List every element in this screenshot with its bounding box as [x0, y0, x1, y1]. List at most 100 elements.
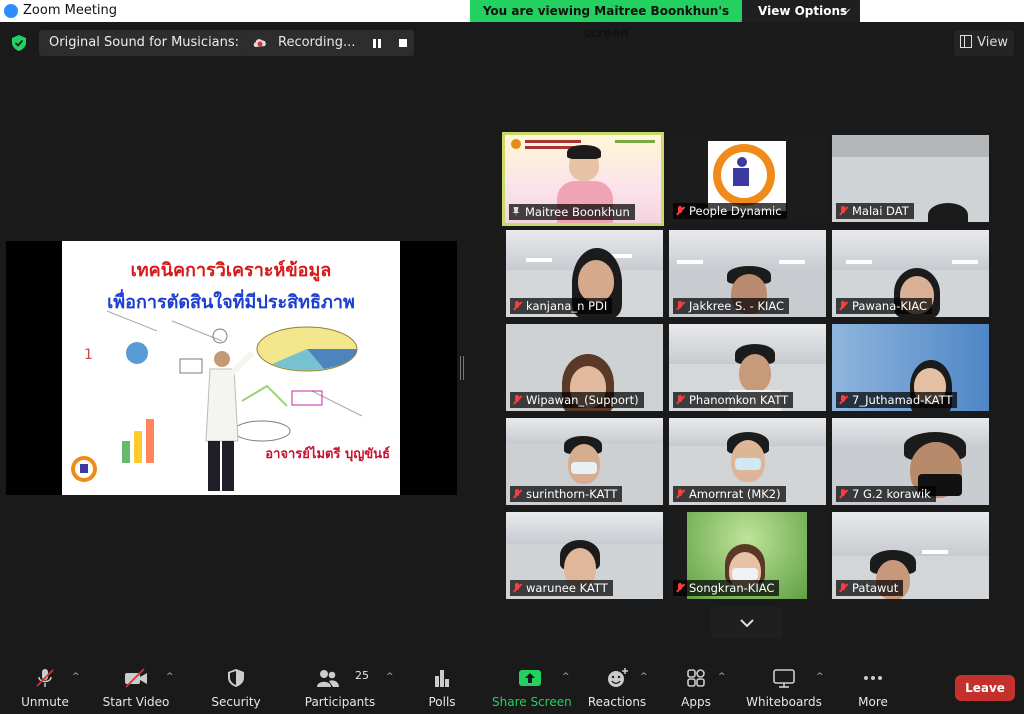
zoom-logo-icon — [4, 4, 18, 18]
viewing-screen-text: You are viewing Maitree Boonkhun's scree… — [482, 4, 730, 40]
apps-options-caret[interactable]: ^ — [716, 658, 730, 714]
participants-count: 25 — [355, 669, 369, 682]
stop-recording-icon[interactable] — [399, 39, 407, 47]
original-sound-button[interactable]: Original Sound for Musicians: Off — [39, 30, 273, 56]
video-tile[interactable]: kanjana_n PDI — [506, 230, 663, 317]
mic-muted-icon — [839, 583, 847, 593]
apps-label: Apps — [681, 695, 711, 709]
polls-button[interactable]: Polls — [420, 658, 464, 714]
video-tile[interactable]: Malai DAT — [832, 135, 989, 222]
participant-name: Jakkree S. - KIAC — [673, 298, 790, 314]
recording-indicator: Recording... — [242, 30, 414, 56]
mic-muted-icon — [839, 395, 847, 405]
security-button[interactable]: Security — [206, 658, 266, 714]
participant-name: Phanomkon KATT — [673, 392, 794, 408]
video-tile[interactable]: Wipawan_(Support) — [506, 324, 663, 411]
video-tile[interactable]: warunee KATT — [506, 512, 663, 599]
presenter-figure — [205, 350, 255, 491]
video-tile[interactable]: People Dynamic — [669, 135, 826, 222]
start-video-button[interactable]: Start Video — [100, 658, 172, 714]
whiteboards-button[interactable]: Whiteboards — [746, 658, 822, 714]
screen-share-banner: You are viewing Maitree Boonkhun's scree… — [470, 0, 860, 40]
chevron-down-icon — [740, 619, 754, 628]
whiteboards-options-caret[interactable]: ^ — [814, 658, 828, 714]
mic-muted-icon — [839, 489, 847, 499]
gallery-next-page-button[interactable] — [711, 607, 783, 639]
shield-icon — [228, 669, 244, 687]
mic-muted-icon — [513, 395, 521, 405]
chevron-up-icon: ^ — [166, 672, 174, 682]
slide-presenter-name: อาจารย์ไมตรี บุญขันธ์ — [265, 447, 390, 462]
video-off-icon — [125, 668, 147, 688]
more-label: More — [858, 695, 888, 709]
video-tile[interactable]: 7_Juthamad-KATT — [832, 324, 989, 411]
apps-icon — [687, 669, 705, 687]
participants-button[interactable]: 25 Participants — [304, 658, 376, 714]
participant-name: Malai DAT — [836, 203, 914, 219]
mic-muted-icon — [676, 301, 684, 311]
more-button[interactable]: More — [850, 658, 896, 714]
video-tile[interactable]: Jakkree S. - KIAC — [669, 230, 826, 317]
participant-name: Wipawan_(Support) — [510, 392, 644, 408]
video-tile[interactable]: Songkran-KIAC — [669, 512, 826, 599]
chevron-up-icon: ^ — [640, 672, 648, 682]
view-options-button[interactable]: View Options ⌵ — [742, 0, 860, 22]
participant-name: warunee KATT — [510, 580, 613, 596]
unmute-button[interactable]: Unmute — [14, 658, 76, 714]
share-options-caret[interactable]: ^ — [560, 658, 574, 714]
polls-icon — [435, 670, 449, 687]
video-tile[interactable]: Phanomkon KATT — [669, 324, 826, 411]
share-screen-label: Share Screen — [492, 695, 572, 709]
video-options-caret[interactable]: ^ — [164, 658, 178, 714]
mic-muted-icon — [676, 206, 684, 216]
participants-label: Participants — [304, 695, 376, 709]
svg-text:1: 1 — [84, 347, 93, 363]
reactions-icon — [608, 668, 628, 687]
view-button[interactable]: View — [954, 30, 1014, 56]
whiteboard-icon — [773, 669, 795, 688]
participant-name: 7_Juthamad-KATT — [836, 392, 958, 408]
share-screen-icon — [519, 670, 541, 686]
view-label: View — [977, 35, 1008, 50]
mic-muted-icon — [513, 489, 521, 499]
participant-name: Songkran-KIAC — [673, 580, 780, 596]
participant-name: surinthorn-KATT — [510, 486, 623, 502]
participant-name: Patawut — [836, 580, 904, 596]
mic-muted-icon — [676, 489, 684, 499]
participant-name: Amornrat (MK2) — [673, 486, 786, 502]
mic-muted-icon — [676, 583, 684, 593]
video-tile[interactable]: Amornrat (MK2) — [669, 418, 826, 505]
apps-button[interactable]: Apps — [674, 658, 718, 714]
reactions-options-caret[interactable]: ^ — [638, 658, 652, 714]
mic-muted-icon — [513, 301, 521, 311]
mic-muted-icon — [676, 395, 684, 405]
grid-view-icon — [960, 35, 973, 48]
participants-options-caret[interactable]: ^ — [384, 658, 398, 714]
chevron-down-icon: ⌵ — [842, 5, 850, 16]
chevron-up-icon: ^ — [718, 672, 726, 682]
presentation-slide: เทคนิคการวิเคราะห์ข้อมูล เพื่อการตัดสินใ… — [62, 241, 400, 495]
more-dots-icon — [864, 676, 882, 680]
video-tile[interactable]: Patawut — [832, 512, 989, 599]
video-tile[interactable]: Pawana-KIAC — [832, 230, 989, 317]
participants-icon — [317, 670, 340, 687]
mic-muted-icon — [839, 206, 847, 216]
view-options-label: View Options — [758, 4, 848, 18]
meeting-top-bar: Original Sound for Musicians: Off Record… — [0, 22, 1024, 64]
mic-muted-icon — [36, 669, 54, 687]
pause-recording-icon[interactable] — [373, 39, 381, 48]
video-tile[interactable]: surinthorn-KATT — [506, 418, 663, 505]
audio-options-caret[interactable]: ^ — [70, 658, 84, 714]
leave-meeting-button[interactable]: Leave — [955, 675, 1015, 701]
share-screen-button[interactable]: Share Screen — [492, 658, 572, 714]
shield-check-icon[interactable] — [12, 35, 26, 51]
pin-icon — [512, 207, 520, 217]
video-tile[interactable]: Maitree Boonkhun — [502, 132, 664, 226]
participant-name: Maitree Boonkhun — [509, 204, 635, 220]
unmute-label: Unmute — [21, 695, 69, 709]
meeting-toolbar: Unmute ^ Start Video ^ Security 25 Parti… — [0, 658, 1024, 714]
panel-resize-handle[interactable] — [460, 356, 464, 380]
video-tile[interactable]: 7 G.2 korawik — [832, 418, 989, 505]
participant-name: Pawana-KIAC — [836, 298, 933, 314]
chevron-up-icon: ^ — [562, 672, 570, 682]
